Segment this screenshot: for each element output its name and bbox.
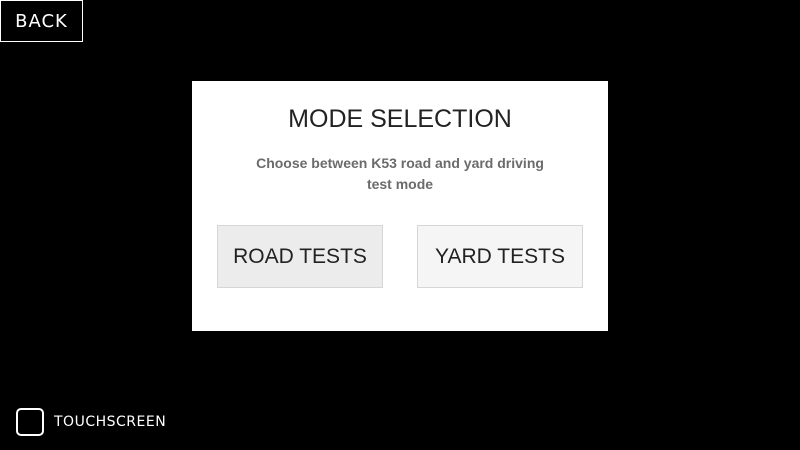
touchscreen-toggle[interactable]: TOUCHSCREEN xyxy=(16,408,166,436)
touchscreen-label: TOUCHSCREEN xyxy=(54,414,167,430)
back-button[interactable]: BACK xyxy=(0,0,83,42)
dialog-subtitle: Choose between K53 road and yard driving… xyxy=(240,153,560,195)
mode-selection-dialog: MODE SELECTION Choose between K53 road a… xyxy=(192,81,608,331)
dialog-subtitle-line-2: test mode xyxy=(366,176,434,192)
dialog-subtitle-line-1: Choose between K53 road and yard driving xyxy=(256,155,544,171)
yard-tests-button[interactable]: YARD TESTS xyxy=(417,225,583,288)
mode-selection-screen: BACK MODE SELECTION Choose between K53 r… xyxy=(0,0,800,450)
road-tests-button[interactable]: ROAD TESTS xyxy=(217,225,383,288)
touchscreen-checkbox[interactable] xyxy=(16,408,44,436)
dialog-title: MODE SELECTION xyxy=(288,105,512,133)
